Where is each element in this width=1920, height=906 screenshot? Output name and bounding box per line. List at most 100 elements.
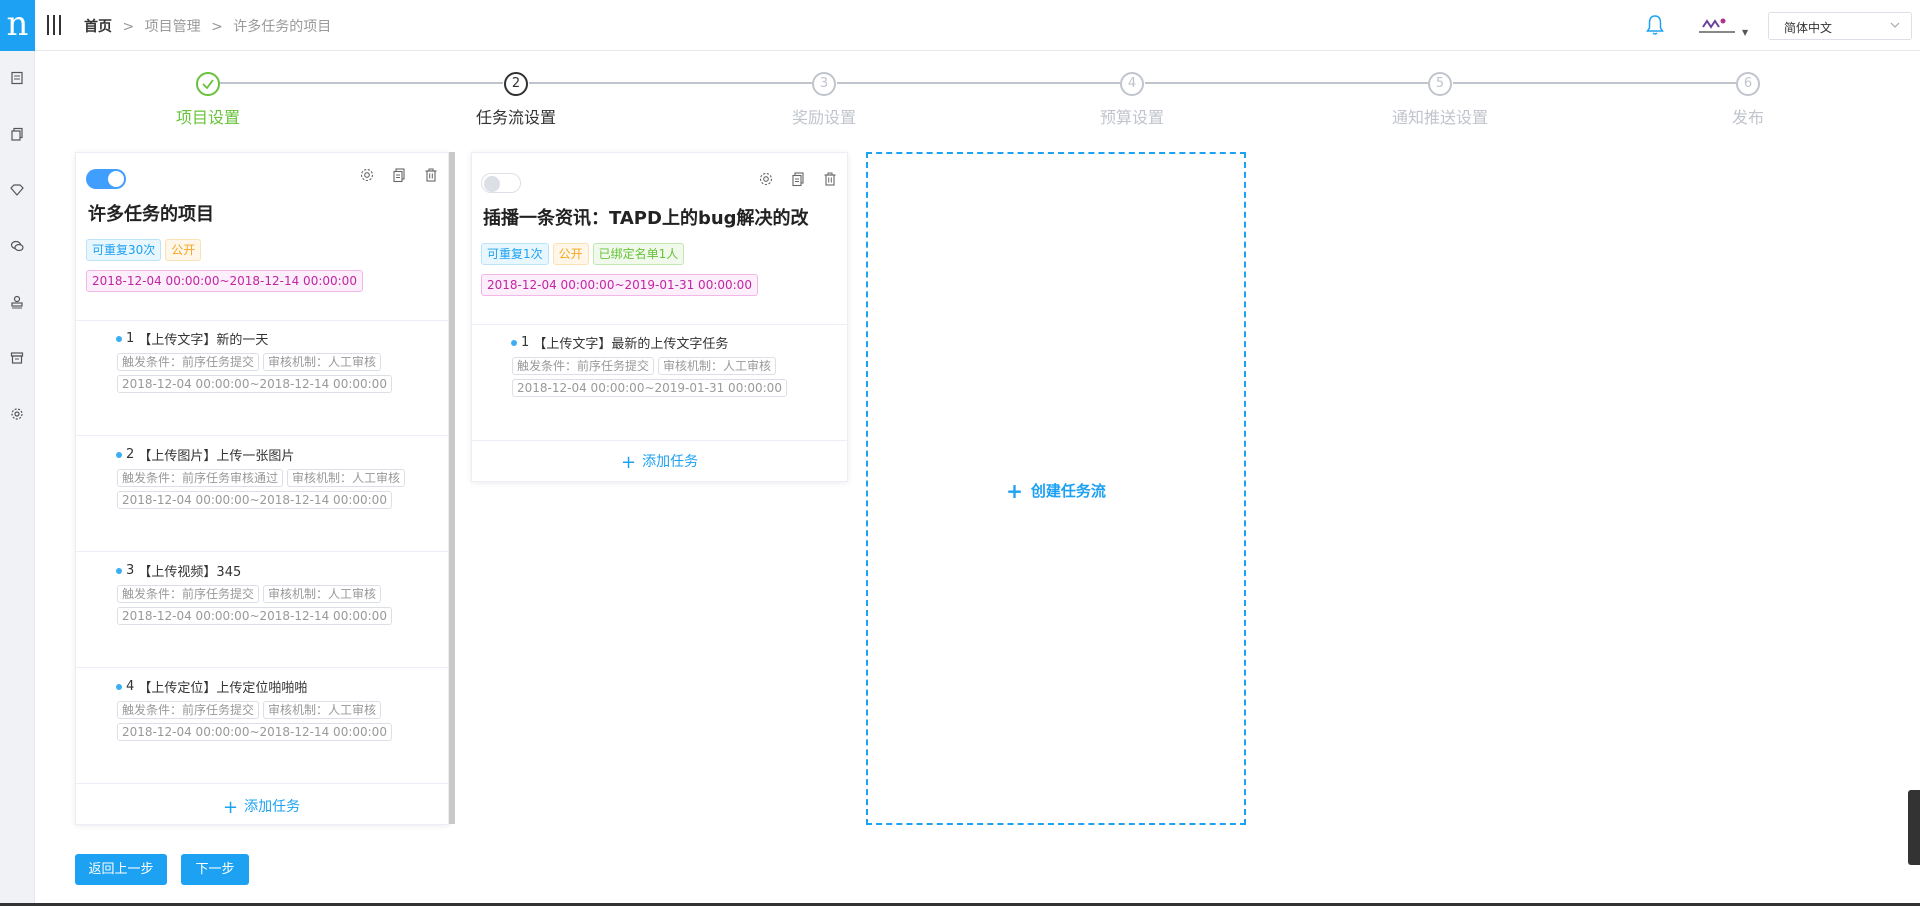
breadcrumb-project-mgmt[interactable]: 项目管理	[145, 19, 201, 35]
sidebar: n	[0, 0, 35, 906]
visibility-tag: 公开	[552, 243, 589, 265]
task-number: 1	[521, 335, 530, 350]
step-2-indicator[interactable]: 2	[504, 72, 528, 96]
stamp-icon[interactable]	[10, 295, 24, 309]
task-title: 【上传图片】上传一张图片	[138, 449, 295, 464]
menu-toggle-icon[interactable]	[47, 15, 63, 35]
plus-icon: +	[223, 797, 239, 818]
create-flow-button[interactable]: + 创建任务流	[866, 152, 1246, 825]
step-6-label[interactable]: 发布	[1732, 104, 1764, 128]
top-header: 首页 > 项目管理 > 许多任务的项目 ▼ 简体中文	[35, 0, 1920, 51]
chevron-down-icon	[1889, 19, 1901, 34]
task-flow-card: 插播一条资讯：TAPD上的bug解决的改 可重复1次 公开 已绑定名单1人 20…	[471, 152, 848, 482]
trash-icon[interactable]	[822, 171, 838, 187]
step-connector	[529, 82, 812, 84]
date-range-tag: 2018-12-04 00:00:00~2019-01-31 00:00:00	[481, 274, 758, 296]
breadcrumb-current: 许多任务的项目	[233, 19, 332, 35]
flow-actions	[758, 171, 838, 187]
language-value: 简体中文	[1784, 21, 1833, 35]
archive-icon[interactable]	[10, 351, 24, 365]
bound-list-tag: 已绑定名单1人	[592, 243, 685, 265]
copy-icon[interactable]	[10, 127, 24, 141]
step-5-label[interactable]: 通知推送设置	[1392, 104, 1488, 128]
trigger-tag: 触发条件：前序任务提交	[117, 353, 260, 371]
step-connector	[837, 82, 1120, 84]
review-tag: 审核机制：人工审核	[263, 701, 382, 719]
task-date-tag: 2018-12-04 00:00:00~2018-12-14 00:00:00	[117, 491, 392, 509]
flow-title: 插播一条资讯：TAPD上的bug解决的改	[483, 208, 809, 229]
task-number: 2	[126, 447, 135, 462]
step-5-indicator[interactable]: 5	[1428, 72, 1452, 96]
repeat-tag: 可重复30次	[86, 239, 162, 261]
plus-icon: +	[621, 452, 637, 473]
gear-icon[interactable]	[359, 167, 375, 183]
step-1-check-icon[interactable]	[196, 72, 220, 96]
gear-icon[interactable]	[758, 171, 774, 187]
step-connector	[1145, 82, 1428, 84]
next-button[interactable]: 下一步	[181, 854, 249, 885]
chat-icon[interactable]	[10, 239, 24, 253]
task-flow-card: 许多任务的项目 可重复30次 公开 2018-12-04 00:00:00~20…	[75, 152, 449, 825]
bullet-dot-icon	[116, 683, 122, 690]
visibility-tag: 公开	[165, 239, 202, 261]
review-tag: 审核机制：人工审核	[287, 469, 406, 487]
step-connector	[220, 82, 503, 84]
bullet-dot-icon	[116, 567, 122, 574]
task-number: 3	[126, 563, 135, 578]
diamond-icon[interactable]	[10, 183, 24, 197]
step-6-indicator[interactable]: 6	[1736, 72, 1760, 96]
task-title: 【上传文字】新的一天	[138, 333, 269, 348]
scrollbar[interactable]	[449, 152, 455, 824]
step-4-indicator[interactable]: 4	[1120, 72, 1144, 96]
step-3-indicator[interactable]: 3	[812, 72, 836, 96]
step-3-label[interactable]: 奖励设置	[792, 104, 856, 128]
trigger-tag: 触发条件：前序任务提交	[512, 357, 655, 375]
flow-enable-toggle[interactable]	[86, 169, 126, 189]
copy-icon[interactable]	[391, 167, 407, 183]
add-task-label: 添加任务	[244, 799, 301, 815]
settings-icon[interactable]	[10, 407, 24, 421]
add-task-button[interactable]: + 添加任务	[621, 451, 698, 473]
step-2-label[interactable]: 任务流设置	[476, 104, 556, 128]
task-item[interactable]: 1 【上传文字】最新的上传文字任务 触发条件：前序任务提交 审核机制：人工审核 2…	[511, 333, 791, 397]
trigger-tag: 触发条件：前序任务提交	[117, 701, 260, 719]
bullet-dot-icon	[116, 451, 122, 458]
brand-logo-icon[interactable]	[1697, 15, 1737, 37]
task-item[interactable]: 2 【上传图片】上传一张图片 触发条件：前序任务审核通过 审核机制：人工审核 20…	[116, 445, 409, 509]
plus-icon: +	[1006, 479, 1023, 503]
task-item[interactable]: 3 【上传视频】345 触发条件：前序任务提交 审核机制：人工审核 2018-12…	[116, 561, 396, 625]
trigger-tag: 触发条件：前序任务审核通过	[117, 469, 284, 487]
divider	[76, 320, 448, 321]
create-flow-label: 创建任务流	[1030, 482, 1106, 500]
copy-icon[interactable]	[790, 171, 806, 187]
divider	[76, 551, 448, 552]
repeat-tag: 可重复1次	[481, 243, 549, 265]
task-number: 1	[126, 331, 135, 346]
bullet-dot-icon	[511, 339, 517, 346]
language-select[interactable]: 简体中文	[1768, 12, 1912, 40]
breadcrumb-home[interactable]: 首页	[84, 19, 112, 35]
trigger-tag: 触发条件：前序任务提交	[117, 585, 260, 603]
date-range-tag: 2018-12-04 00:00:00~2018-12-14 00:00:00	[86, 270, 363, 292]
task-item[interactable]: 4 【上传定位】上传定位啪啪啪 触发条件：前序任务提交 审核机制：人工审核 201…	[116, 677, 396, 741]
step-connector	[1453, 82, 1736, 84]
caret-down-icon[interactable]: ▼	[1742, 28, 1748, 37]
trash-icon[interactable]	[423, 167, 439, 183]
back-button[interactable]: 返回上一步	[75, 854, 167, 885]
step-1-label[interactable]: 项目设置	[176, 104, 240, 128]
app-logo[interactable]: n	[0, 0, 35, 51]
review-tag: 审核机制：人工审核	[658, 357, 777, 375]
flow-actions	[359, 167, 439, 183]
add-task-button[interactable]: + 添加任务	[223, 796, 300, 818]
side-widget[interactable]	[1908, 790, 1920, 865]
breadcrumb: 首页 > 项目管理 > 许多任务的项目	[84, 16, 331, 36]
task-item[interactable]: 1 【上传文字】新的一天 触发条件：前序任务提交 审核机制：人工审核 2018-1…	[116, 329, 396, 393]
task-title: 【上传视频】345	[138, 565, 242, 580]
breadcrumb-separator: >	[122, 19, 135, 35]
flow-enable-toggle[interactable]	[481, 173, 521, 193]
divider	[76, 783, 448, 784]
step-4-label[interactable]: 预算设置	[1100, 104, 1164, 128]
document-icon[interactable]	[10, 71, 24, 85]
bell-icon[interactable]	[1645, 14, 1665, 36]
task-title: 【上传定位】上传定位啪啪啪	[138, 681, 308, 696]
